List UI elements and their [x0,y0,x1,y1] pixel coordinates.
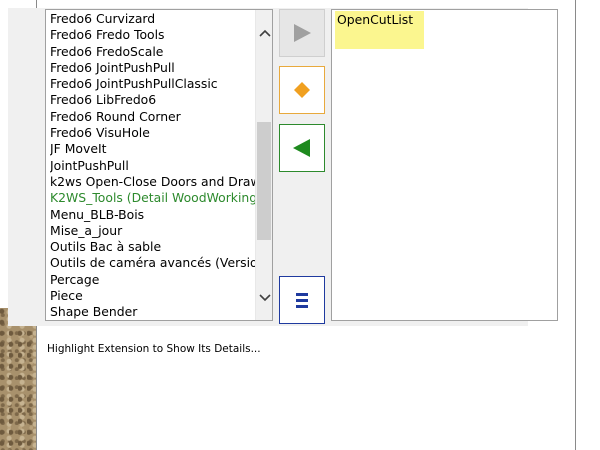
list-item[interactable]: Fredo6 FredoScale [50,44,256,60]
available-extensions-items: Fredo6 Curvizard Fredo6 Fredo Tools Fredo6… [50,11,256,320]
scroll-down-button[interactable] [256,289,272,306]
chevron-up-icon [258,29,271,37]
list-item[interactable]: JF MoveIt [50,141,256,157]
list-item[interactable]: K2WS_Tools (Detail WoodWorking) [50,190,256,206]
remove-extension-button[interactable] [279,124,325,172]
available-extensions-list[interactable]: Fredo6 Curvizard Fredo6 Fredo Tools Fredo6… [45,9,273,321]
play-left-icon [293,139,310,157]
list-item[interactable]: Mise_a_jour [50,223,256,239]
list-options-button[interactable] [279,276,325,324]
diamond-button[interactable] [279,66,325,114]
list-item[interactable]: Fredo6 Fredo Tools [50,27,256,43]
diamond-icon [294,82,310,98]
scroll-up-button[interactable] [256,24,272,41]
list-item[interactable]: Fredo6 JointPushPull [50,60,256,76]
selected-extensions-list[interactable]: OpenCutList [331,9,558,321]
list-item[interactable]: k2ws Open-Close Doors and Drawers [50,174,256,190]
list-item[interactable]: JointPushPull [50,158,256,174]
background-texture [0,308,40,450]
add-extension-button[interactable] [279,9,325,57]
list-item[interactable]: Fredo6 VisuHole [50,125,256,141]
list-item[interactable]: Fredo6 Curvizard [50,11,256,27]
list-item[interactable]: Fredo6 JointPushPullClassic [50,76,256,92]
scroll-thumb[interactable] [257,122,271,240]
window-top-edge [37,0,575,8]
list-item[interactable]: Shape Bender [50,304,256,320]
selected-extension-item[interactable]: OpenCutList [335,11,424,49]
status-hint: Highlight Extension to Show Its Details.… [47,343,261,355]
play-right-icon [294,24,311,42]
list-item[interactable]: Outils de caméra avancés (Version) [50,255,256,271]
list-item[interactable]: Fredo6 LibFredo6 [50,92,256,108]
list-item[interactable]: Fredo6 Round Corner [50,109,256,125]
list-item[interactable]: Menu_BLB-Bois [50,207,256,223]
list-item[interactable]: Piece [50,288,256,304]
vertical-scrollbar[interactable] [255,10,272,320]
list-item[interactable]: Percage [50,272,256,288]
chevron-down-icon [258,293,271,301]
list-item[interactable]: Outils Bac à sable [50,239,256,255]
menu-lines-icon [296,292,308,308]
